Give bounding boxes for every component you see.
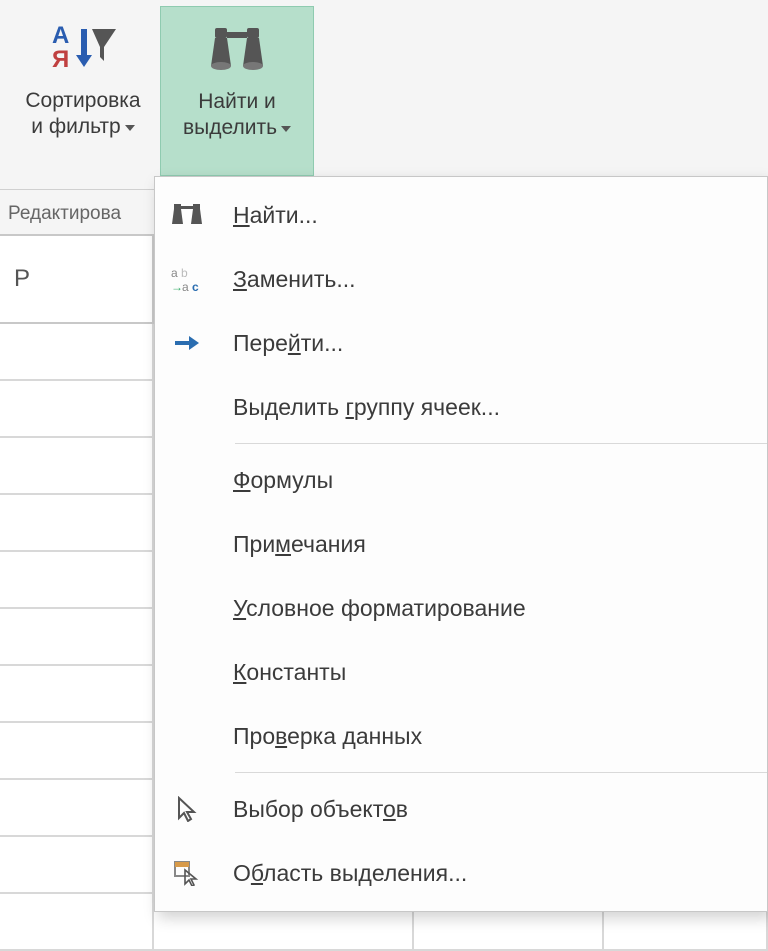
- binoculars-icon: [209, 15, 265, 79]
- menu-item-label: Условное форматирование: [233, 595, 526, 622]
- menu-separator: [235, 772, 767, 773]
- find-select-menu: Найти... ab → ac Заменить... Перейти... …: [154, 176, 768, 912]
- menu-item-label: Найти...: [233, 202, 318, 229]
- menu-item-label: Константы: [233, 659, 346, 686]
- menu-item-formulas[interactable]: Формулы: [155, 448, 767, 512]
- replace-icon: ab → ac: [165, 266, 209, 292]
- menu-item-data-validation[interactable]: Проверка данных: [155, 704, 767, 768]
- arrow-right-icon: [165, 333, 209, 353]
- sort-filter-label: Сортировка и фильтр: [25, 88, 140, 141]
- menu-item-label: Выделить группу ячеек...: [233, 394, 500, 421]
- menu-item-comments[interactable]: Примечания: [155, 512, 767, 576]
- menu-separator: [235, 443, 767, 444]
- menu-item-selection-pane[interactable]: Область выделения...: [155, 841, 767, 905]
- menu-item-label: Примечания: [233, 531, 366, 558]
- svg-text:c: c: [192, 280, 199, 292]
- chevron-down-icon: [281, 126, 291, 132]
- find-select-button[interactable]: Найти и выделить: [160, 6, 314, 176]
- svg-text:Я: Я: [52, 46, 69, 71]
- selection-pane-icon: [165, 860, 209, 886]
- sort-filter-icon: А Я: [48, 14, 118, 78]
- find-select-label: Найти и выделить: [183, 89, 291, 142]
- svg-text:a: a: [171, 266, 178, 280]
- svg-text:b: b: [181, 266, 188, 280]
- menu-item-label: Заменить...: [233, 266, 356, 293]
- column-header-p[interactable]: P: [0, 236, 154, 322]
- ribbon-group-container: А Я Сортировка и фильтр: [0, 0, 320, 189]
- menu-item-select-objects[interactable]: Выбор объектов: [155, 777, 767, 841]
- menu-item-constants[interactable]: Константы: [155, 640, 767, 704]
- menu-item-label: Проверка данных: [233, 723, 422, 750]
- binoculars-icon: [165, 202, 209, 228]
- sort-filter-button[interactable]: А Я Сортировка и фильтр: [6, 6, 160, 176]
- menu-item-label: Перейти...: [233, 330, 343, 357]
- chevron-down-icon: [125, 125, 135, 131]
- ribbon-editing-group: А Я Сортировка и фильтр: [0, 0, 768, 190]
- menu-item-label: Выбор объектов: [233, 796, 408, 823]
- menu-item-find[interactable]: Найти...: [155, 183, 767, 247]
- menu-item-label: Формулы: [233, 467, 333, 494]
- cursor-icon: [165, 796, 209, 822]
- svg-text:a: a: [182, 280, 189, 292]
- menu-item-replace[interactable]: ab → ac Заменить...: [155, 247, 767, 311]
- menu-item-goto-special[interactable]: Выделить группу ячеек...: [155, 375, 767, 439]
- menu-item-goto[interactable]: Перейти...: [155, 311, 767, 375]
- menu-item-label: Область выделения...: [233, 860, 467, 887]
- menu-item-conditional-formatting[interactable]: Условное форматирование: [155, 576, 767, 640]
- svg-text:А: А: [52, 22, 69, 49]
